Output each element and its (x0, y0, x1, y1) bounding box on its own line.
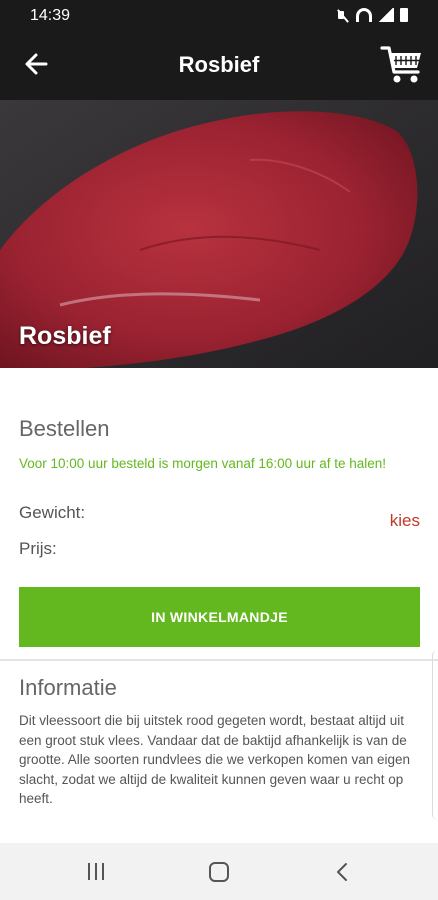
back-icon[interactable] (334, 862, 350, 882)
battery-icon (400, 8, 408, 22)
info-heading: Informatie (19, 675, 117, 700)
app-bar: Rosbief (0, 32, 438, 100)
shopping-cart-icon[interactable] (380, 44, 424, 86)
add-to-cart-button[interactable]: IN WINKELMANDJE (19, 587, 420, 647)
weight-label: Gewicht: (19, 503, 86, 522)
recent-apps-icon[interactable] (88, 863, 106, 881)
price-label: Prijs: (19, 539, 57, 558)
page-title: Rosbief (178, 52, 260, 77)
signal-icon (378, 8, 394, 22)
mute-icon (336, 8, 350, 22)
scroll-indicator (432, 650, 438, 820)
order-heading: Bestellen (19, 416, 110, 441)
status-icons (336, 8, 408, 22)
status-time: 14:39 (30, 7, 71, 24)
home-icon[interactable] (209, 862, 229, 882)
product-title: Rosbief (19, 322, 111, 350)
pickup-note: Voor 10:00 uur besteld is morgen vanaf 1… (19, 456, 386, 471)
status-bar: 14:39 (0, 0, 438, 32)
system-navigation-bar (0, 843, 438, 900)
info-description: Dit vleessoort die bij uitstek rood gege… (19, 713, 410, 806)
choose-weight-link[interactable]: kies (390, 511, 420, 531)
image-bottom-strip (0, 368, 438, 372)
product-image: Rosbief (0, 100, 438, 372)
wifi-icon (356, 8, 372, 22)
info-section: Informatie Dit vleessoort die bij uitste… (0, 661, 438, 843)
